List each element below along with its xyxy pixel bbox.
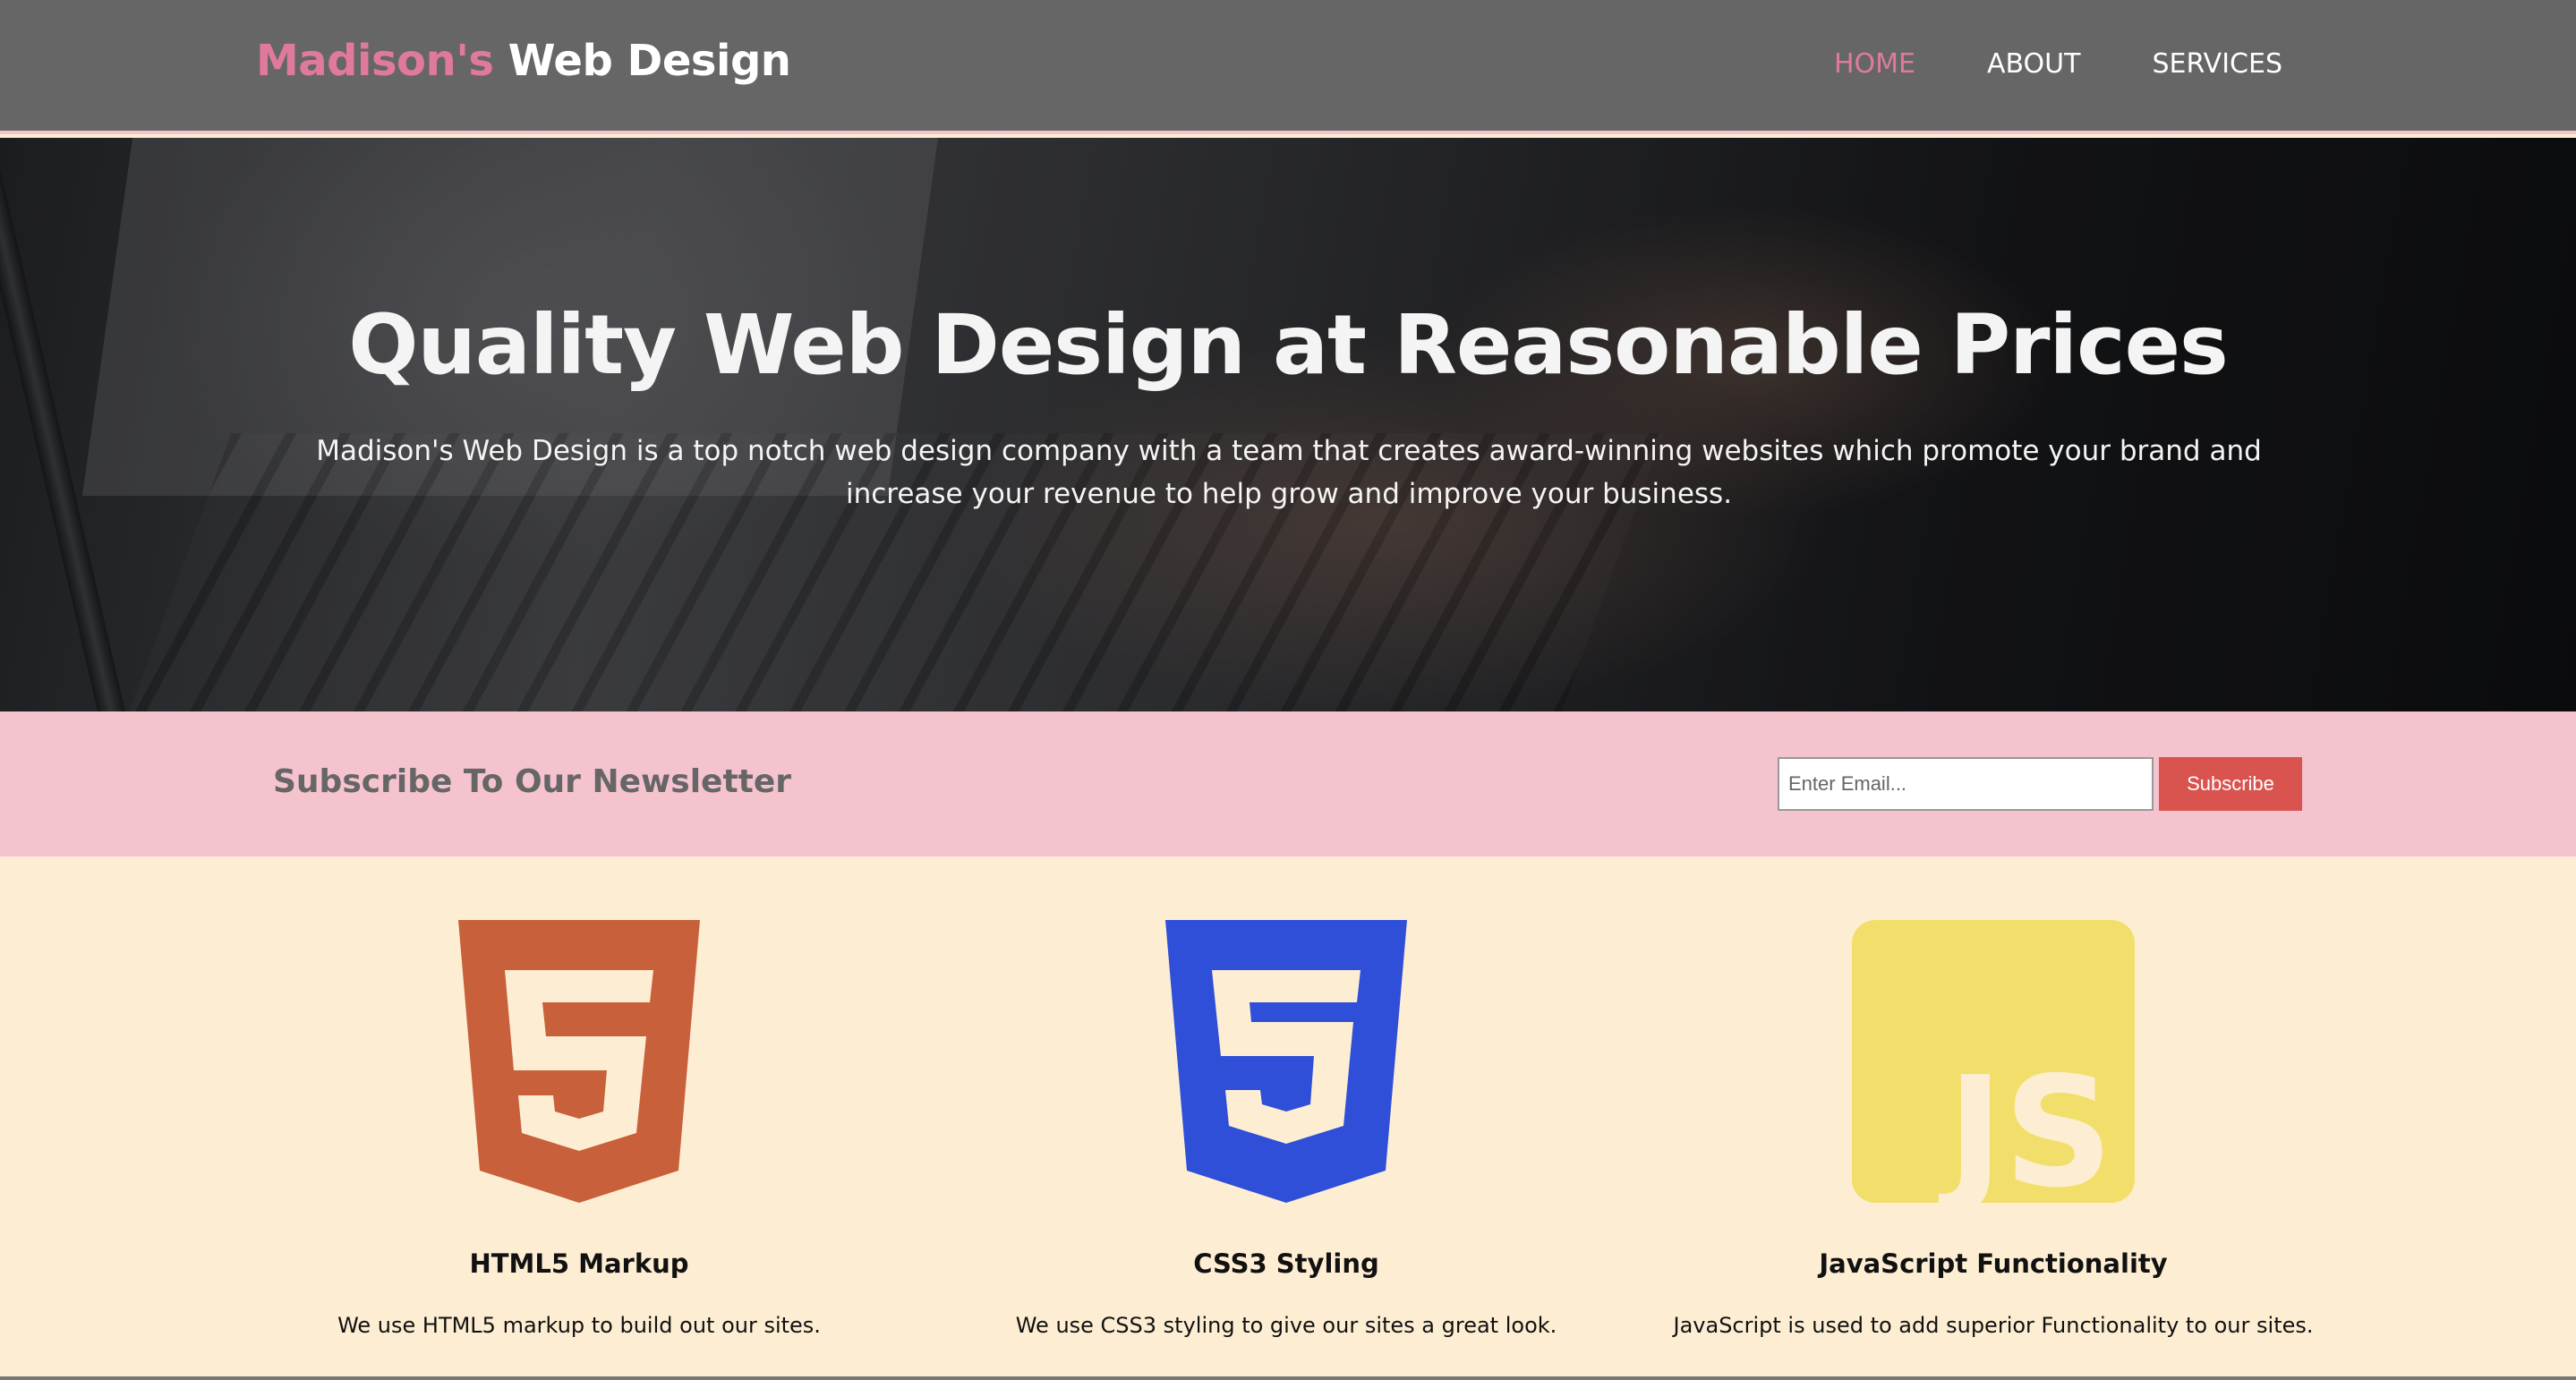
feature-css3: CSS3 Styling We use CSS3 styling to give… xyxy=(933,856,1640,1380)
logo-brand: Madison's xyxy=(256,36,494,86)
nav-about-link[interactable]: ABOUT xyxy=(1987,48,2080,80)
html5-icon xyxy=(458,920,700,1203)
hero-description: Madison's Web Design is a top notch web … xyxy=(316,435,2262,510)
hero-section: Quality Web Design at Reasonable Prices … xyxy=(0,138,2576,711)
feature-description: We use HTML5 markup to build out our sit… xyxy=(337,1313,821,1338)
feature-javascript: JS JavaScript Functionality JavaScript i… xyxy=(1640,856,2347,1380)
javascript-icon: JS xyxy=(1852,920,2135,1203)
site-logo[interactable]: Madison's Web Design xyxy=(256,36,791,86)
nav-services-link[interactable]: SERVICES xyxy=(2152,48,2282,80)
nav-home-link[interactable]: HOME xyxy=(1834,48,1915,80)
css3-icon xyxy=(1165,920,1407,1203)
newsletter-section: Subscribe To Our Newsletter Subscribe xyxy=(0,711,2576,856)
features-section: HTML5 Markup We use HTML5 markup to buil… xyxy=(0,856,2576,1380)
feature-title: HTML5 Markup xyxy=(469,1248,689,1279)
page-bottom-border xyxy=(0,1376,2576,1380)
hero-title: Quality Web Design at Reasonable Prices xyxy=(348,297,2229,393)
email-input[interactable] xyxy=(1778,757,2154,811)
feature-description: JavaScript is used to add superior Funct… xyxy=(1673,1313,2314,1338)
feature-description: We use CSS3 styling to give our sites a … xyxy=(1015,1313,1557,1338)
hero-overlay xyxy=(0,138,2576,711)
svg-text:JS: JS xyxy=(1938,1044,2113,1203)
feature-html5: HTML5 Markup We use HTML5 markup to buil… xyxy=(226,856,933,1380)
feature-title: CSS3 Styling xyxy=(1193,1248,1379,1279)
subscribe-button[interactable]: Subscribe xyxy=(2159,757,2302,811)
feature-title: JavaScript Functionality xyxy=(1819,1248,2168,1279)
newsletter-title: Subscribe To Our Newsletter xyxy=(273,763,792,800)
logo-text: Web Design xyxy=(493,36,791,86)
main-nav: HOME ABOUT SERVICES xyxy=(1762,48,2282,80)
site-header: Madison's Web Design HOME ABOUT SERVICES xyxy=(0,0,2576,134)
